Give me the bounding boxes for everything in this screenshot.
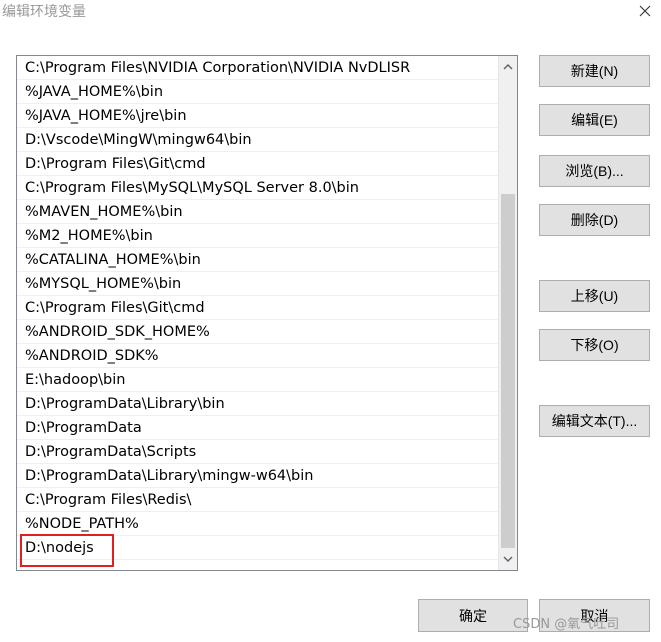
watermark: CSDN @氧气吐司 (513, 617, 620, 632)
new-button[interactable]: 新建(N) (539, 55, 650, 87)
path-list-item[interactable]: %M2_HOME%\bin (17, 224, 498, 248)
path-list-item[interactable]: D:\Program Files\Git\cmd (17, 152, 498, 176)
path-list-item[interactable]: %ANDROID_SDK_HOME% (17, 320, 498, 344)
path-list-item[interactable]: %MAVEN_HOME%\bin (17, 200, 498, 224)
vertical-scrollbar[interactable] (498, 56, 517, 570)
path-list-item[interactable]: C:\Program Files\NVIDIA Corporation\NVID… (17, 56, 498, 80)
path-list-item[interactable]: %NODE_PATH% (17, 512, 498, 536)
path-list-rows: C:\Program Files\NVIDIA Corporation\NVID… (17, 56, 498, 560)
path-list-item[interactable]: %MYSQL_HOME%\bin (17, 272, 498, 296)
path-list-item[interactable]: %ANDROID_SDK% (17, 344, 498, 368)
move-down-button[interactable]: 下移(O) (539, 329, 650, 361)
path-list-item[interactable]: %JAVA_HOME%\jre\bin (17, 104, 498, 128)
path-list-item[interactable]: D:\Vscode\MingW\mingw64\bin (17, 128, 498, 152)
chevron-down-icon (503, 556, 513, 562)
path-list-item[interactable]: %CATALINA_HOME%\bin (17, 248, 498, 272)
scroll-up-button[interactable] (499, 58, 517, 76)
path-list-item[interactable]: D:\ProgramData\Scripts (17, 440, 498, 464)
browse-button[interactable]: 浏览(B)... (539, 155, 650, 187)
path-list-item[interactable]: C:\Program Files\Git\cmd (17, 296, 498, 320)
scrollbar-thumb[interactable] (501, 194, 515, 548)
scroll-down-button[interactable] (499, 550, 517, 568)
edit-text-button[interactable]: 编辑文本(T)... (539, 405, 650, 437)
path-list-item[interactable]: D:\ProgramData (17, 416, 498, 440)
path-list-item[interactable]: D:\nodejs (17, 536, 498, 560)
path-list-item[interactable]: E:\hadoop\bin (17, 368, 498, 392)
path-list-item[interactable]: D:\ProgramData\Library\mingw-w64\bin (17, 464, 498, 488)
chevron-up-icon (503, 64, 513, 70)
window-title: 编辑环境变量 (2, 4, 86, 20)
path-list-item[interactable]: C:\Program Files\MySQL\MySQL Server 8.0\… (17, 176, 498, 200)
title-bar: 编辑环境变量 (0, 0, 661, 26)
ok-button[interactable]: 确定 (418, 599, 528, 632)
path-list-item[interactable]: C:\Program Files\Redis\ (17, 488, 498, 512)
delete-button[interactable]: 删除(D) (539, 204, 650, 236)
path-list-item[interactable]: %JAVA_HOME%\bin (17, 80, 498, 104)
close-icon (639, 5, 650, 17)
edit-button[interactable]: 编辑(E) (539, 104, 650, 136)
move-up-button[interactable]: 上移(U) (539, 280, 650, 312)
path-list[interactable]: C:\Program Files\NVIDIA Corporation\NVID… (16, 55, 518, 571)
close-button[interactable] (628, 0, 661, 22)
path-list-item[interactable]: D:\ProgramData\Library\bin (17, 392, 498, 416)
